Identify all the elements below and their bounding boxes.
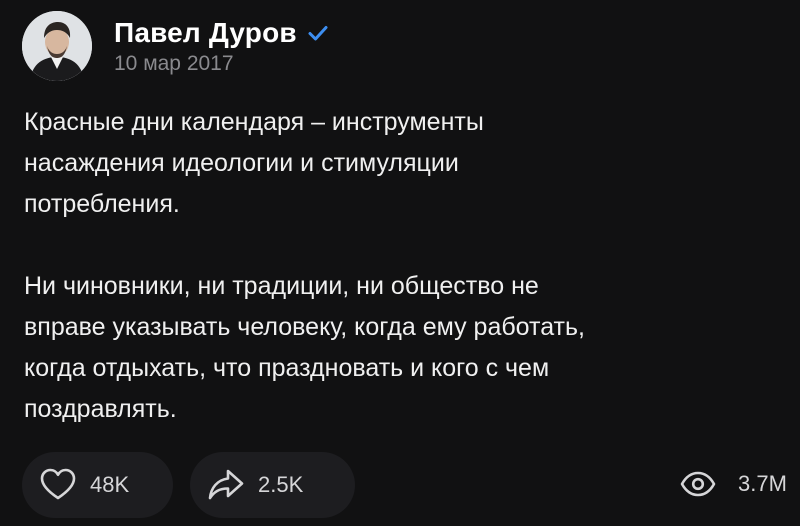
views-indicator: 3.7M	[680, 470, 787, 498]
eye-icon	[680, 471, 716, 497]
like-button[interactable]: 48K	[22, 452, 173, 518]
post-date[interactable]: 10 мар 2017	[114, 52, 329, 76]
checkmark-icon	[307, 22, 329, 44]
post-paragraph-2: Ни чиновники, ни традиции, ни общество н…	[24, 272, 585, 423]
share-count: 2.5K	[258, 472, 304, 497]
avatar-photo	[22, 11, 92, 81]
share-arrow-icon	[208, 469, 244, 500]
like-count: 48K	[90, 472, 130, 497]
post-actions: 48K 2.5K 3.7M	[22, 452, 800, 520]
post-paragraph-1: Красные дни календаря – инструменты наса…	[24, 108, 484, 218]
author-name[interactable]: Павел Дуров	[114, 17, 297, 49]
author-block: Павел Дуров 10 мар 2017	[114, 16, 329, 76]
views-count: 3.7M	[738, 471, 787, 496]
heart-icon	[40, 468, 76, 500]
post-body: Красные дни календаря – инструменты наса…	[24, 102, 764, 430]
post-header: Павел Дуров 10 мар 2017	[22, 10, 329, 82]
share-button[interactable]: 2.5K	[190, 452, 355, 518]
avatar[interactable]	[22, 11, 92, 81]
author-row: Павел Дуров	[114, 16, 329, 50]
